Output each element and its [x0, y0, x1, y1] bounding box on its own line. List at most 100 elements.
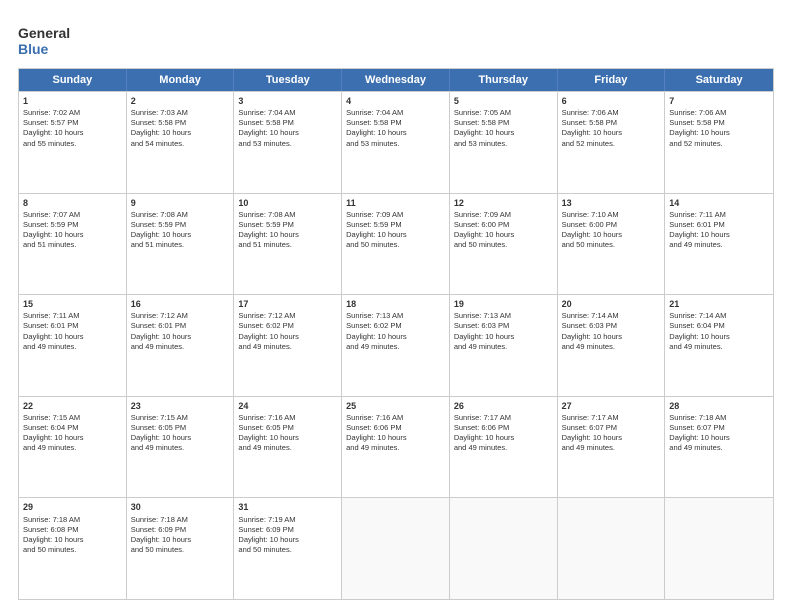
day-info: Sunrise: 7:08 AM Sunset: 5:59 PM Dayligh…: [131, 210, 230, 251]
day-info: Sunrise: 7:07 AM Sunset: 5:59 PM Dayligh…: [23, 210, 122, 251]
day-info: Sunrise: 7:10 AM Sunset: 6:00 PM Dayligh…: [562, 210, 661, 251]
calendar-cell-3-4: 18Sunrise: 7:13 AM Sunset: 6:02 PM Dayli…: [342, 295, 450, 396]
calendar-cell-5-6: [558, 498, 666, 599]
day-info: Sunrise: 7:09 AM Sunset: 5:59 PM Dayligh…: [346, 210, 445, 251]
calendar-cell-4-4: 25Sunrise: 7:16 AM Sunset: 6:06 PM Dayli…: [342, 397, 450, 498]
header-tuesday: Tuesday: [234, 69, 342, 91]
day-number: 28: [669, 400, 769, 412]
day-info: Sunrise: 7:15 AM Sunset: 6:04 PM Dayligh…: [23, 413, 122, 454]
calendar-cell-3-6: 20Sunrise: 7:14 AM Sunset: 6:03 PM Dayli…: [558, 295, 666, 396]
day-number: 15: [23, 298, 122, 310]
calendar-cell-2-1: 8Sunrise: 7:07 AM Sunset: 5:59 PM Daylig…: [19, 194, 127, 295]
page: General Blue Sunday Monday Tuesday Wedne…: [0, 0, 792, 612]
logo-svg: General Blue: [18, 22, 88, 60]
calendar-row-3: 15Sunrise: 7:11 AM Sunset: 6:01 PM Dayli…: [19, 294, 773, 396]
calendar-cell-3-3: 17Sunrise: 7:12 AM Sunset: 6:02 PM Dayli…: [234, 295, 342, 396]
day-number: 11: [346, 197, 445, 209]
calendar-cell-4-3: 24Sunrise: 7:16 AM Sunset: 6:05 PM Dayli…: [234, 397, 342, 498]
day-info: Sunrise: 7:03 AM Sunset: 5:58 PM Dayligh…: [131, 108, 230, 149]
day-number: 27: [562, 400, 661, 412]
calendar-cell-5-7: [665, 498, 773, 599]
header-saturday: Saturday: [665, 69, 773, 91]
logo: General Blue: [18, 22, 88, 60]
day-info: Sunrise: 7:16 AM Sunset: 6:06 PM Dayligh…: [346, 413, 445, 454]
day-info: Sunrise: 7:18 AM Sunset: 6:07 PM Dayligh…: [669, 413, 769, 454]
calendar-cell-4-7: 28Sunrise: 7:18 AM Sunset: 6:07 PM Dayli…: [665, 397, 773, 498]
day-info: Sunrise: 7:05 AM Sunset: 5:58 PM Dayligh…: [454, 108, 553, 149]
day-number: 23: [131, 400, 230, 412]
day-number: 30: [131, 501, 230, 513]
day-number: 26: [454, 400, 553, 412]
day-info: Sunrise: 7:12 AM Sunset: 6:01 PM Dayligh…: [131, 311, 230, 352]
day-number: 20: [562, 298, 661, 310]
day-info: Sunrise: 7:12 AM Sunset: 6:02 PM Dayligh…: [238, 311, 337, 352]
calendar-cell-5-1: 29Sunrise: 7:18 AM Sunset: 6:08 PM Dayli…: [19, 498, 127, 599]
day-number: 6: [562, 95, 661, 107]
calendar-cell-1-5: 5Sunrise: 7:05 AM Sunset: 5:58 PM Daylig…: [450, 92, 558, 193]
day-number: 13: [562, 197, 661, 209]
day-number: 3: [238, 95, 337, 107]
day-info: Sunrise: 7:17 AM Sunset: 6:07 PM Dayligh…: [562, 413, 661, 454]
calendar-row-2: 8Sunrise: 7:07 AM Sunset: 5:59 PM Daylig…: [19, 193, 773, 295]
day-number: 22: [23, 400, 122, 412]
day-info: Sunrise: 7:08 AM Sunset: 5:59 PM Dayligh…: [238, 210, 337, 251]
calendar-cell-2-6: 13Sunrise: 7:10 AM Sunset: 6:00 PM Dayli…: [558, 194, 666, 295]
day-number: 16: [131, 298, 230, 310]
day-number: 2: [131, 95, 230, 107]
header-wednesday: Wednesday: [342, 69, 450, 91]
day-number: 10: [238, 197, 337, 209]
calendar-cell-5-3: 31Sunrise: 7:19 AM Sunset: 6:09 PM Dayli…: [234, 498, 342, 599]
calendar-header-row: Sunday Monday Tuesday Wednesday Thursday…: [19, 69, 773, 91]
day-number: 25: [346, 400, 445, 412]
day-number: 19: [454, 298, 553, 310]
day-info: Sunrise: 7:15 AM Sunset: 6:05 PM Dayligh…: [131, 413, 230, 454]
day-number: 29: [23, 501, 122, 513]
calendar-cell-2-4: 11Sunrise: 7:09 AM Sunset: 5:59 PM Dayli…: [342, 194, 450, 295]
calendar-cell-1-1: 1Sunrise: 7:02 AM Sunset: 5:57 PM Daylig…: [19, 92, 127, 193]
day-number: 4: [346, 95, 445, 107]
calendar-cell-4-1: 22Sunrise: 7:15 AM Sunset: 6:04 PM Dayli…: [19, 397, 127, 498]
header-monday: Monday: [127, 69, 235, 91]
day-number: 14: [669, 197, 769, 209]
calendar-cell-2-7: 14Sunrise: 7:11 AM Sunset: 6:01 PM Dayli…: [665, 194, 773, 295]
calendar: Sunday Monday Tuesday Wednesday Thursday…: [18, 68, 774, 600]
day-number: 18: [346, 298, 445, 310]
calendar-row-4: 22Sunrise: 7:15 AM Sunset: 6:04 PM Dayli…: [19, 396, 773, 498]
day-number: 12: [454, 197, 553, 209]
day-number: 7: [669, 95, 769, 107]
day-number: 17: [238, 298, 337, 310]
calendar-cell-4-6: 27Sunrise: 7:17 AM Sunset: 6:07 PM Dayli…: [558, 397, 666, 498]
calendar-row-5: 29Sunrise: 7:18 AM Sunset: 6:08 PM Dayli…: [19, 497, 773, 599]
calendar-cell-2-2: 9Sunrise: 7:08 AM Sunset: 5:59 PM Daylig…: [127, 194, 235, 295]
day-number: 9: [131, 197, 230, 209]
svg-text:General: General: [18, 25, 70, 41]
day-info: Sunrise: 7:06 AM Sunset: 5:58 PM Dayligh…: [669, 108, 769, 149]
calendar-cell-3-7: 21Sunrise: 7:14 AM Sunset: 6:04 PM Dayli…: [665, 295, 773, 396]
calendar-cell-2-3: 10Sunrise: 7:08 AM Sunset: 5:59 PM Dayli…: [234, 194, 342, 295]
header-sunday: Sunday: [19, 69, 127, 91]
day-info: Sunrise: 7:14 AM Sunset: 6:03 PM Dayligh…: [562, 311, 661, 352]
day-info: Sunrise: 7:11 AM Sunset: 6:01 PM Dayligh…: [23, 311, 122, 352]
day-info: Sunrise: 7:04 AM Sunset: 5:58 PM Dayligh…: [346, 108, 445, 149]
day-info: Sunrise: 7:13 AM Sunset: 6:02 PM Dayligh…: [346, 311, 445, 352]
calendar-cell-1-4: 4Sunrise: 7:04 AM Sunset: 5:58 PM Daylig…: [342, 92, 450, 193]
day-number: 24: [238, 400, 337, 412]
day-info: Sunrise: 7:14 AM Sunset: 6:04 PM Dayligh…: [669, 311, 769, 352]
header: General Blue: [18, 18, 774, 60]
calendar-cell-5-2: 30 Sunrise: 7:18 AM Sunset: 6:09 PM Dayli…: [127, 498, 235, 599]
day-number: 21: [669, 298, 769, 310]
calendar-cell-1-2: 2Sunrise: 7:03 AM Sunset: 5:58 PM Daylig…: [127, 92, 235, 193]
day-info: Sunrise: 7:09 AM Sunset: 6:00 PM Dayligh…: [454, 210, 553, 251]
calendar-body: 1Sunrise: 7:02 AM Sunset: 5:57 PM Daylig…: [19, 91, 773, 599]
day-number: 31: [238, 501, 337, 513]
calendar-cell-3-5: 19Sunrise: 7:13 AM Sunset: 6:03 PM Dayli…: [450, 295, 558, 396]
calendar-cell-3-2: 16Sunrise: 7:12 AM Sunset: 6:01 PM Dayli…: [127, 295, 235, 396]
header-friday: Friday: [558, 69, 666, 91]
calendar-cell-1-3: 3Sunrise: 7:04 AM Sunset: 5:58 PM Daylig…: [234, 92, 342, 193]
svg-text:Blue: Blue: [18, 41, 49, 57]
calendar-cell-4-2: 23Sunrise: 7:15 AM Sunset: 6:05 PM Dayli…: [127, 397, 235, 498]
day-info: Sunrise: 7:18 AM Sunset: 6:09 PM Dayligh…: [131, 515, 230, 556]
calendar-cell-1-7: 7Sunrise: 7:06 AM Sunset: 5:58 PM Daylig…: [665, 92, 773, 193]
header-thursday: Thursday: [450, 69, 558, 91]
calendar-cell-5-4: [342, 498, 450, 599]
